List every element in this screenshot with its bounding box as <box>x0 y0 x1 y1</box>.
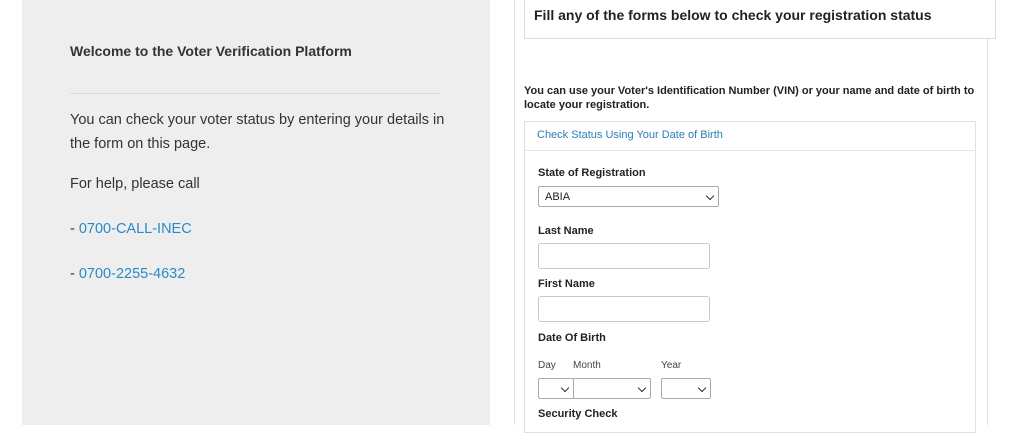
last-name-label: Last Name <box>538 225 594 237</box>
chevron-down-icon <box>697 383 707 393</box>
instructions-text: You can use your Voter's Identification … <box>524 85 975 111</box>
phone-prefix: - <box>70 221 79 237</box>
first-name-label: First Name <box>538 278 595 290</box>
help-text: For help, please call <box>70 176 200 192</box>
month-select[interactable] <box>573 378 651 399</box>
intro-text: You can check your voter status by enter… <box>70 112 445 152</box>
day-label: Day <box>538 360 556 371</box>
info-sidebar: Welcome to the Voter Verification Platfo… <box>22 0 490 425</box>
month-label: Month <box>573 360 601 371</box>
panel-heading-link[interactable]: Check Status Using Your Date of Birth <box>537 129 723 141</box>
chevron-down-icon <box>560 383 570 393</box>
phone-link-number[interactable]: 0700-2255-4632 <box>79 266 185 282</box>
day-select[interactable] <box>538 378 574 399</box>
form-title: Fill any of the forms below to check you… <box>534 7 932 23</box>
chevron-down-icon <box>705 191 715 201</box>
state-label: State of Registration <box>538 167 646 179</box>
phone-prefix: - <box>70 266 79 282</box>
phone-link-call-inec[interactable]: 0700-CALL-INEC <box>79 221 192 237</box>
year-label: Year <box>661 360 682 371</box>
security-check-label: Security Check <box>538 408 618 420</box>
divider <box>70 93 440 94</box>
dob-label: Date Of Birth <box>538 332 606 344</box>
welcome-heading: Welcome to the Voter Verification Platfo… <box>70 43 352 59</box>
year-select[interactable] <box>661 378 711 399</box>
panel-heading: Check Status Using Your Date of Birth <box>524 121 974 151</box>
state-select[interactable]: ABIA <box>538 186 719 207</box>
first-name-input[interactable] <box>538 296 710 322</box>
phone-line-1: - 0700-CALL-INEC <box>70 221 192 237</box>
last-name-input[interactable] <box>538 243 710 269</box>
chevron-down-icon <box>637 383 647 393</box>
phone-line-2: - 0700-2255-4632 <box>70 266 185 282</box>
state-select-value: ABIA <box>545 191 571 203</box>
